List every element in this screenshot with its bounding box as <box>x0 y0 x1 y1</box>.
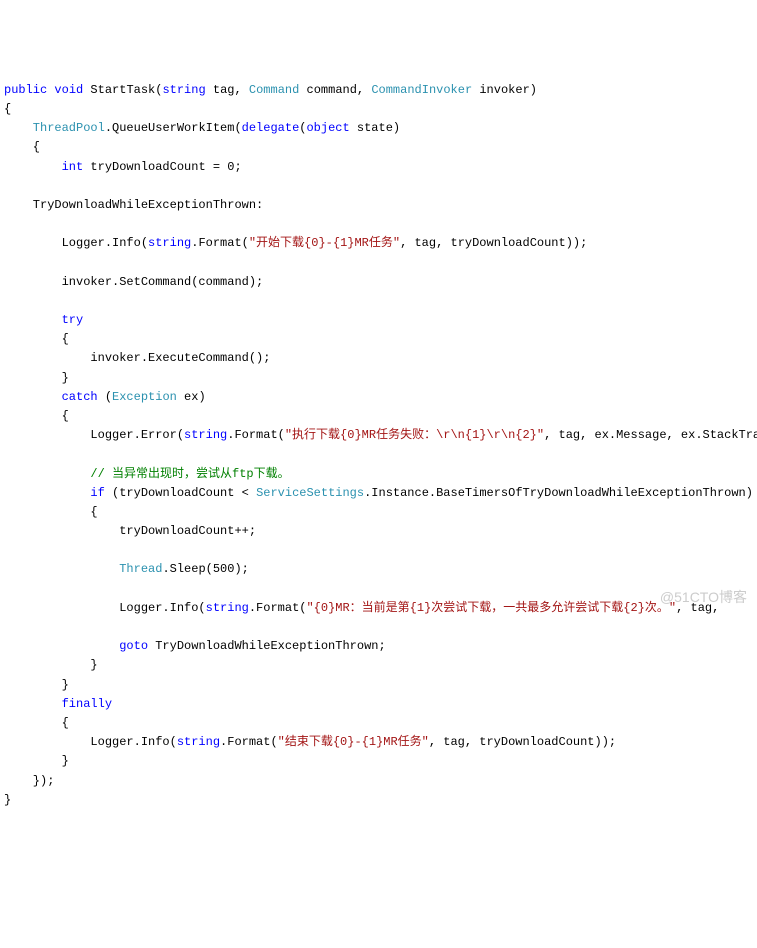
code-text: , tag, tryDownloadCount)); <box>400 236 587 250</box>
brace: { <box>4 332 69 346</box>
keyword-public: public <box>4 83 47 97</box>
param: command, <box>299 83 371 97</box>
brace: { <box>4 409 69 423</box>
indent <box>4 697 62 711</box>
watermark: @51CTO博客 <box>660 586 747 608</box>
type-command: Command <box>249 83 299 97</box>
code-text: invoker.ExecuteCommand(); <box>4 351 270 365</box>
brace: } <box>4 754 69 768</box>
code-text: tryDownloadCount = 0; <box>83 160 241 174</box>
param: tag, <box>206 83 249 97</box>
param: invoker) <box>472 83 537 97</box>
code-text: TryDownloadWhileExceptionThrown; <box>148 639 386 653</box>
type-threadpool: ThreadPool <box>4 121 105 135</box>
keyword-object: object <box>306 121 349 135</box>
indent <box>4 486 90 500</box>
code-text: .Format( <box>249 601 307 615</box>
keyword-finally: finally <box>62 697 112 711</box>
type-settings: ServiceSettings <box>256 486 364 500</box>
brace: { <box>4 716 69 730</box>
label: TryDownloadWhileExceptionThrown: <box>4 198 263 212</box>
type-exception: Exception <box>112 390 177 404</box>
code-text: , tag, ex.Message, ex.StackTra <box>544 428 757 442</box>
indent <box>4 390 62 404</box>
keyword-delegate: delegate <box>242 121 300 135</box>
type-thread: Thread <box>119 562 162 576</box>
code-text: .Format( <box>227 428 285 442</box>
code-text: ex) <box>177 390 206 404</box>
brace: } <box>4 371 69 385</box>
indent <box>4 639 119 653</box>
code-text: , tag, tryDownloadCount)); <box>429 735 616 749</box>
indent <box>4 562 119 576</box>
keyword-catch: catch <box>62 390 98 404</box>
code-text: .Format( <box>191 236 249 250</box>
method-name: StartTask( <box>83 83 162 97</box>
keyword-string: string <box>177 735 220 749</box>
code-text: .Instance.BaseTimersOfTryDownloadWhileEx… <box>364 486 753 500</box>
keyword-string: string <box>206 601 249 615</box>
brace: { <box>4 505 98 519</box>
code-text: (tryDownloadCount < <box>105 486 256 500</box>
code-text: state) <box>350 121 400 135</box>
indent <box>4 160 62 174</box>
code-block: public void StartTask(string tag, Comman… <box>4 81 753 810</box>
keyword-try: try <box>62 313 84 327</box>
keyword-string: string <box>162 83 205 97</box>
string-literal: "{0}MR：当前是第{1}次尝试下载，一共最多允许尝试下载{2}次。" <box>306 601 676 615</box>
brace: { <box>4 102 11 116</box>
code-text: Logger.Info( <box>4 601 206 615</box>
code-text: ( <box>98 390 112 404</box>
keyword-if: if <box>90 486 104 500</box>
indent <box>4 313 62 327</box>
code-text: Logger.Info( <box>4 735 177 749</box>
code-text: }); <box>4 774 54 788</box>
type-invoker: CommandInvoker <box>371 83 472 97</box>
keyword-int: int <box>62 160 84 174</box>
brace: } <box>4 658 98 672</box>
keyword-string: string <box>184 428 227 442</box>
string-literal: "结束下载{0}-{1}MR任务" <box>278 735 429 749</box>
string-literal: "执行下载{0}MR任务失败：\r\n{1}\r\n{2}" <box>285 428 544 442</box>
keyword-string: string <box>148 236 191 250</box>
keyword-goto: goto <box>119 639 148 653</box>
code-text: Logger.Info( <box>4 236 148 250</box>
brace: { <box>4 140 40 154</box>
comment: // 当异常出现时，尝试从ftp下载。 <box>90 467 289 481</box>
code-text: .Sleep(500); <box>162 562 248 576</box>
string-literal: "开始下载{0}-{1}MR任务" <box>249 236 400 250</box>
brace: } <box>4 678 69 692</box>
code-text: tryDownloadCount++; <box>4 524 256 538</box>
indent <box>4 467 90 481</box>
code-text: .Format( <box>220 735 278 749</box>
keyword-void: void <box>54 83 83 97</box>
code-text: invoker.SetCommand(command); <box>4 275 263 289</box>
brace: } <box>4 793 11 807</box>
code-text: Logger.Error( <box>4 428 184 442</box>
code-text: .QueueUserWorkItem( <box>105 121 242 135</box>
